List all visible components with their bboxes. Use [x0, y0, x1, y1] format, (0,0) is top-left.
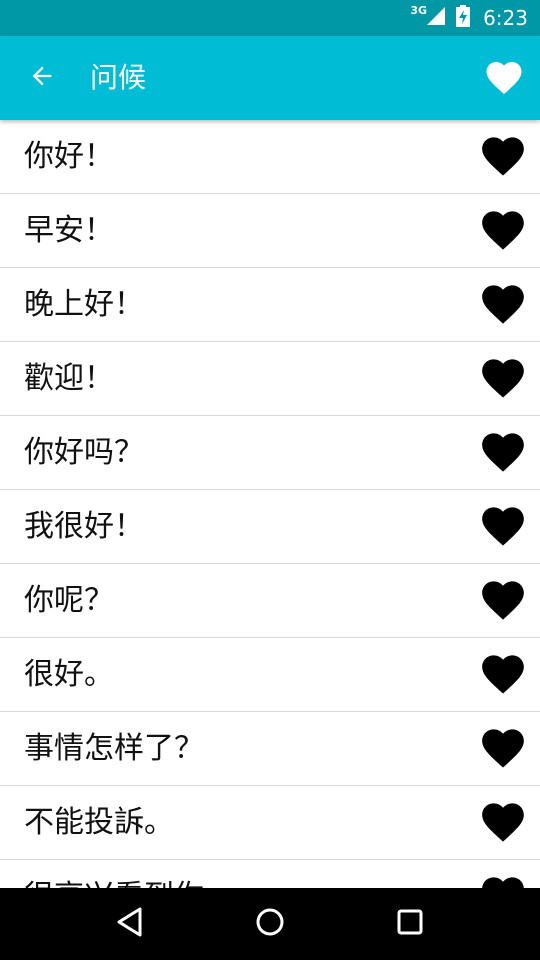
phrase-text: 晚上好！	[24, 287, 144, 322]
back-triangle-icon	[115, 906, 145, 942]
favorite-toggle-button[interactable]	[478, 281, 528, 327]
network-type-label: 3G	[410, 3, 428, 17]
heart-icon	[478, 131, 528, 181]
heart-icon	[478, 871, 528, 888]
heart-icon	[478, 205, 528, 255]
list-item[interactable]: 很高兴看到你。	[0, 860, 540, 888]
favorite-toggle-button[interactable]	[478, 429, 528, 475]
favorite-toggle-button[interactable]	[478, 133, 528, 179]
list-item[interactable]: 我很好！	[0, 490, 540, 564]
list-item[interactable]: 歡迎！	[0, 342, 540, 416]
heart-icon	[478, 575, 528, 625]
nav-recents-button[interactable]	[380, 894, 440, 954]
phrase-text: 你好！	[24, 139, 114, 174]
favorite-toggle-button[interactable]	[478, 207, 528, 253]
heart-icon	[483, 56, 525, 100]
signal-icon	[425, 5, 447, 31]
status-icons: 3G 6:23	[410, 0, 528, 36]
nav-home-button[interactable]	[240, 894, 300, 954]
phrase-list[interactable]: 你好！ 早安！ 晚上好！ 歡迎！ 你好吗？ 我很好！ 你呢？ 很好。事情怎样了？ 不能投訴。很高…	[0, 120, 540, 888]
list-item[interactable]: 早安！	[0, 194, 540, 268]
phrase-text: 不能投訴。	[24, 805, 174, 840]
list-item[interactable]: 你好！	[0, 120, 540, 194]
list-item[interactable]: 你呢？	[0, 564, 540, 638]
nav-back-button[interactable]	[100, 894, 160, 954]
phrase-text: 歡迎！	[24, 361, 114, 396]
home-circle-icon	[254, 906, 286, 942]
navigation-bar	[0, 888, 540, 960]
list-item[interactable]: 晚上好！	[0, 268, 540, 342]
heart-icon	[478, 501, 528, 551]
status-bar: 3G 6:23	[0, 0, 540, 36]
favorite-toggle-button[interactable]	[478, 799, 528, 845]
page-title: 问候	[90, 61, 147, 94]
phrase-text: 我很好！	[24, 509, 144, 544]
phrase-text: 早安！	[24, 213, 114, 248]
phrase-text: 很高兴看到你。	[24, 860, 234, 888]
arrow-back-icon	[28, 62, 56, 94]
app-bar: 问候	[0, 36, 540, 120]
list-item[interactable]: 事情怎样了？	[0, 712, 540, 786]
phrase-text: 你好吗？	[24, 435, 144, 470]
list-item[interactable]: 你好吗？	[0, 416, 540, 490]
phrase-text: 很好。	[24, 657, 114, 692]
favorite-toggle-button[interactable]	[478, 577, 528, 623]
heart-icon	[478, 649, 528, 699]
clock: 6:23	[483, 6, 528, 30]
favorite-toggle-button[interactable]	[478, 725, 528, 771]
heart-icon	[478, 279, 528, 329]
favorite-toggle-button[interactable]	[478, 651, 528, 697]
phrase-text: 事情怎样了？	[24, 731, 204, 766]
battery-icon	[455, 4, 471, 32]
list-item[interactable]: 很好。	[0, 638, 540, 712]
back-button[interactable]	[20, 56, 64, 100]
screen: 3G 6:23 问候 你好！ 早安！ 晚上好！ 歡迎！ 你好吗？ 我很好！ 你呢…	[0, 0, 540, 960]
list-item[interactable]: 不能投訴。	[0, 786, 540, 860]
recents-square-icon	[396, 908, 424, 940]
heart-icon	[478, 427, 528, 477]
heart-icon	[478, 723, 528, 773]
favorite-toggle-button[interactable]	[478, 503, 528, 549]
favorites-button[interactable]	[482, 56, 526, 100]
favorite-toggle-button[interactable]	[478, 873, 528, 888]
phrase-text: 你呢？	[24, 583, 114, 618]
heart-icon	[478, 797, 528, 847]
favorite-toggle-button[interactable]	[478, 355, 528, 401]
heart-icon	[478, 353, 528, 403]
